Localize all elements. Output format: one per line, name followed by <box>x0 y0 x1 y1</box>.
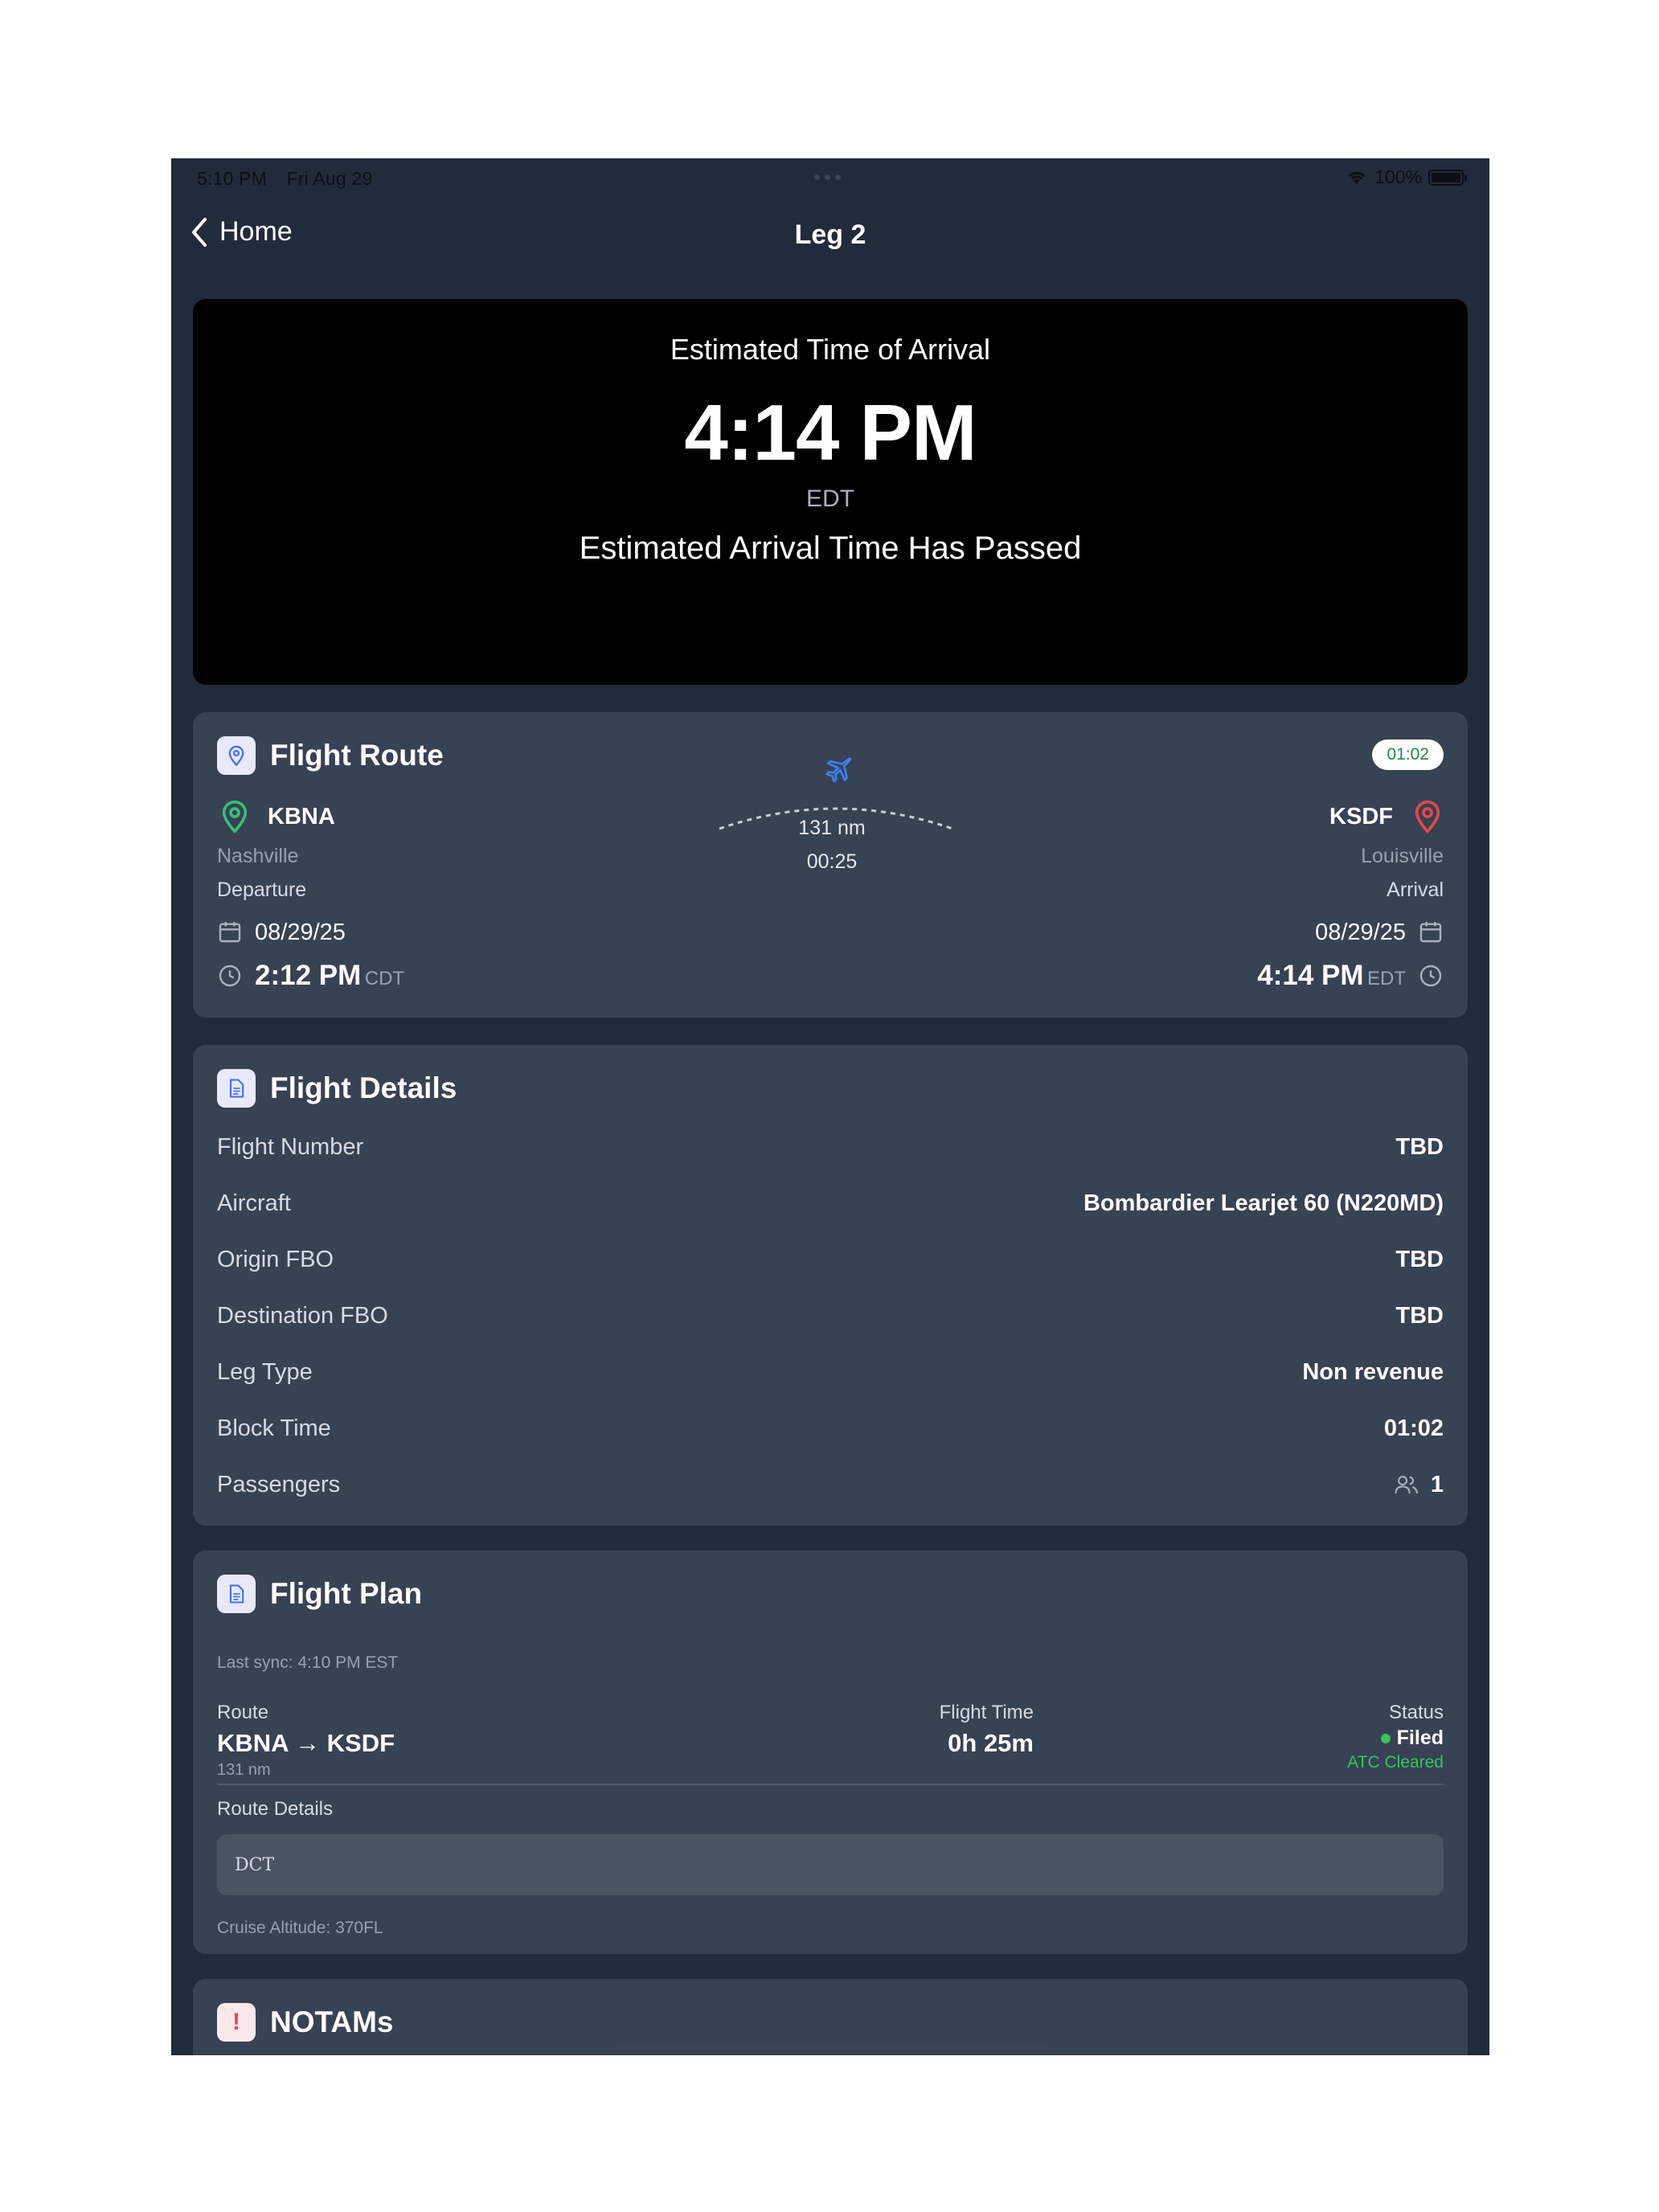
card-title: NOTAMs <box>270 2005 394 2038</box>
flight-details-card: Flight Details Flight Number TBD Aircraf… <box>193 1045 1468 1526</box>
route-distance: 131 nm <box>798 817 866 839</box>
flight-plan-card: Flight Plan Last sync: 4:10 PM EST Route… <box>193 1550 1468 1954</box>
eta-timezone: EDT <box>806 485 854 512</box>
card-title: Flight Route <box>270 739 444 772</box>
detail-row-block-time: Block Time 01:02 <box>217 1415 1444 1441</box>
origin-date: 08/29/25 <box>255 920 346 945</box>
route-duration: 00:25 <box>806 850 858 873</box>
destination-city: Louisville <box>1361 845 1444 867</box>
flight-time-value: 0h 25m <box>948 1729 1034 1757</box>
clock-icon <box>219 965 241 987</box>
clock-icon <box>1419 965 1442 987</box>
airplane-icon <box>825 757 852 783</box>
document-icon <box>217 1575 256 1613</box>
card-title: Flight Plan <box>270 1577 423 1610</box>
status-badge: Filed <box>1380 1727 1444 1750</box>
multitasking-dots-icon[interactable] <box>814 174 841 180</box>
origin-pin-icon <box>222 800 248 834</box>
navigation-bar: Home Leg 2 <box>171 199 1489 271</box>
origin-code: KBNA <box>268 804 335 830</box>
origin-timezone: CDT <box>364 968 405 989</box>
battery-icon <box>1428 169 1467 186</box>
status-label: Status <box>1388 1702 1444 1723</box>
destination-code: KSDF <box>1329 804 1393 830</box>
origin-city: Nashville <box>217 845 299 867</box>
destination-time: 4:14 PM <box>1257 960 1364 991</box>
detail-row-leg-type: Leg Type Non revenue <box>217 1358 1444 1385</box>
page-title: Leg 2 <box>794 219 866 250</box>
divider <box>217 1784 1444 1785</box>
destination-role: Arrival <box>1387 879 1444 901</box>
origin-time: 2:12 PM <box>255 960 362 991</box>
document-icon <box>217 1069 256 1108</box>
origin-role: Departure <box>217 879 307 901</box>
users-icon <box>1395 1476 1418 1494</box>
route-details-label: Route Details <box>217 1798 334 1820</box>
flight-route-card: Flight Route 01:02 KBNA Nashville Depart… <box>193 712 1468 1018</box>
calendar-icon <box>1419 922 1442 943</box>
status-sub: ATC Cleared <box>1347 1753 1444 1772</box>
alert-icon: ! <box>217 2003 256 2042</box>
destination-pin-icon <box>1415 800 1440 834</box>
detail-row-flight-number: Flight Number TBD <box>217 1133 1444 1160</box>
eta-label: Estimated Time of Arrival <box>670 333 991 366</box>
eta-card: Estimated Time of Arrival 4:14 PM EDT Es… <box>193 299 1468 685</box>
route-label: Route <box>217 1702 269 1723</box>
location-pin-icon <box>217 736 256 775</box>
card-title: Flight Details <box>270 1071 457 1104</box>
wifi-icon <box>1348 171 1366 184</box>
destination-timezone: EDT <box>1367 968 1406 989</box>
status-bar: 5:10 PM Fri Aug 29 100% <box>171 158 1489 199</box>
route-distance: 131 nm <box>217 1761 271 1779</box>
cruise-altitude: Cruise Altitude: 370FL <box>217 1919 383 1937</box>
status-time: 5:10 PM <box>197 168 268 189</box>
detail-row-origin-fbo: Origin FBO TBD <box>217 1246 1444 1272</box>
flight-time-label: Flight Time <box>939 1702 1034 1723</box>
eta-time: 4:14 PM <box>684 388 977 477</box>
calendar-icon <box>219 922 241 943</box>
block-time-badge: 01:02 <box>1372 739 1444 770</box>
last-sync: Last sync: 4:10 PM EST <box>217 1653 399 1672</box>
home-indicator[interactable] <box>613 2043 1047 2050</box>
route-details-value: DCT <box>235 1855 275 1875</box>
app-window: 5:10 PM Fri Aug 29 100% Home Leg 2 Estim… <box>171 158 1489 2055</box>
destination-date: 08/29/25 <box>1315 920 1406 945</box>
status-dot-icon <box>1380 1733 1391 1743</box>
battery-percent: 100% <box>1374 166 1422 187</box>
detail-row-aircraft: Aircraft Bombardier Learjet 60 (N220MD) <box>217 1190 1444 1216</box>
detail-row-destination-fbo: Destination FBO TBD <box>217 1302 1444 1329</box>
status-date: Fri Aug 29 <box>286 168 373 189</box>
detail-row-passengers: Passengers 1 <box>217 1471 1444 1497</box>
eta-status: Estimated Arrival Time Has Passed <box>579 530 1082 566</box>
route-details-box: DCT <box>217 1834 1444 1895</box>
route-value: KBNA → KSDF <box>217 1729 395 1757</box>
